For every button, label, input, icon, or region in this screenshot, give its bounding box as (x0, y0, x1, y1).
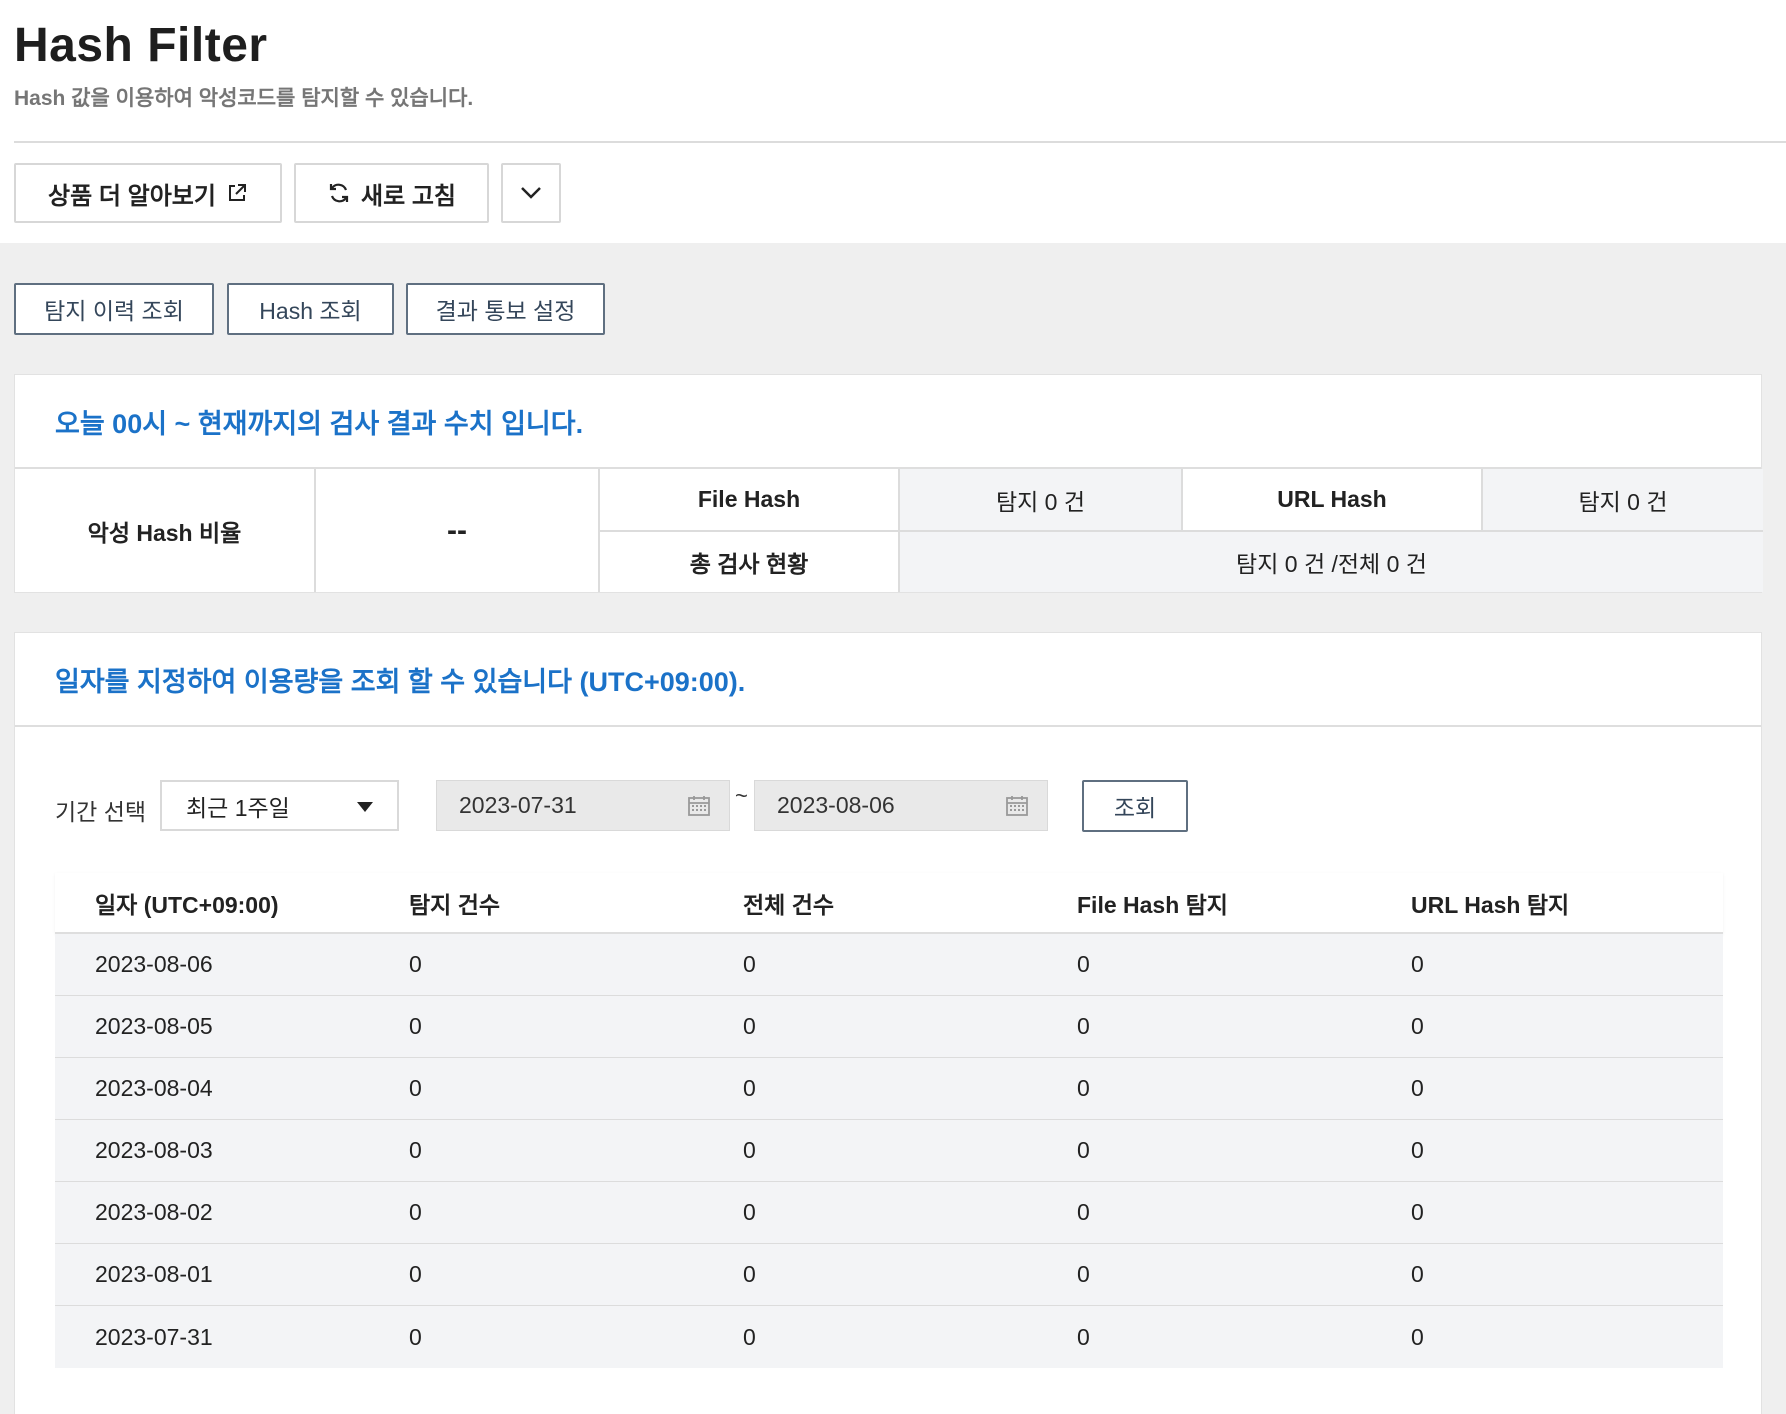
cell-url-hash: 0 (1411, 1075, 1424, 1101)
tab-detection-history[interactable]: 탐지 이력 조회 (14, 283, 214, 335)
cell-date: 2023-08-03 (95, 1137, 213, 1163)
total-status-label: 총 검사 현황 (689, 551, 809, 577)
cell-date: 2023-08-04 (95, 1075, 213, 1101)
cell-url-hash: 0 (1411, 1261, 1424, 1287)
cell-date: 2023-07-31 (95, 1323, 213, 1350)
cell-detections: 0 (409, 1075, 422, 1101)
chevron-down-icon (520, 186, 542, 200)
tab-notification-settings[interactable]: 결과 통보 설정 (406, 283, 605, 335)
ratio-label: 악성 Hash 비율 (87, 519, 242, 546)
cell-file-hash: 0 (1077, 951, 1090, 977)
period-select[interactable]: 최근 1주일 (160, 780, 399, 831)
content-area: 탐지 이력 조회 Hash 조회 결과 통보 설정 오늘 00시 ~ 현재까지의… (0, 243, 1786, 1414)
total-status-value: 탐지 0 건 /전체 0 건 (900, 532, 1763, 592)
page-subtitle: Hash 값을 이용하여 악성코드를 탐지할 수 있습니다. (14, 87, 474, 110)
cell-detections: 0 (409, 951, 422, 977)
query-button[interactable]: 조회 (1082, 780, 1188, 832)
refresh-icon (327, 181, 351, 205)
cell-detections: 0 (409, 1323, 422, 1350)
start-date-input[interactable]: 2023-07-31 (436, 780, 730, 831)
column-header-detections: 탐지 건수 (409, 891, 501, 918)
column-header-url-hash: URL Hash 탐지 (1411, 891, 1570, 918)
cell-total: 0 (743, 1137, 756, 1163)
url-hash-label: URL Hash (1277, 486, 1387, 512)
cell-date: 2023-08-05 (95, 1013, 213, 1039)
end-date-input[interactable]: 2023-08-06 (754, 780, 1048, 831)
cell-url-hash: 0 (1411, 1199, 1424, 1225)
period-label: 기간 선택 (55, 799, 147, 825)
cell-total: 0 (743, 1013, 756, 1039)
caret-down-icon (357, 802, 373, 812)
cell-total: 0 (743, 1323, 756, 1350)
external-link-icon (226, 182, 248, 204)
table-row: 2023-08-06 0 0 0 0 (55, 934, 1723, 996)
today-summary-panel: 오늘 00시 ~ 현재까지의 검사 결과 수치 입니다. 악성 Hash 비율 … (14, 374, 1763, 593)
cell-total: 0 (743, 1199, 756, 1225)
cell-file-hash: 0 (1077, 1261, 1090, 1287)
column-header-file-hash: File Hash 탐지 (1077, 891, 1228, 918)
cell-url-hash: 0 (1411, 951, 1424, 977)
ratio-value: -- (447, 513, 467, 547)
cell-detections: 0 (409, 1013, 422, 1039)
today-summary-heading: 오늘 00시 ~ 현재까지의 검사 결과 수치 입니다. (15, 375, 1761, 469)
start-date-value: 2023-07-31 (459, 792, 577, 818)
cell-file-hash: 0 (1077, 1323, 1090, 1350)
cell-file-hash: 0 (1077, 1075, 1090, 1101)
column-header-total: 전체 건수 (743, 891, 835, 918)
usage-heading: 일자를 지정하여 이용량을 조회 할 수 있습니다 (UTC+09:00). (15, 633, 1761, 727)
cell-file-hash: 0 (1077, 1013, 1090, 1039)
tab-hash-lookup[interactable]: Hash 조회 (227, 283, 394, 335)
table-row: 2023-08-05 0 0 0 0 (55, 996, 1723, 1058)
calendar-icon[interactable] (1005, 794, 1029, 824)
cell-url-hash: 0 (1411, 1323, 1424, 1350)
cell-date: 2023-08-06 (95, 951, 213, 977)
usage-panel: 일자를 지정하여 이용량을 조회 할 수 있습니다 (UTC+09:00). 기… (14, 632, 1762, 1414)
table-header: 일자 (UTC+09:00) 탐지 건수 전체 건수 File Hash 탐지 … (55, 873, 1723, 934)
page-title: Hash Filter (14, 19, 268, 72)
header-divider (14, 141, 1786, 143)
cell-date: 2023-08-01 (95, 1261, 213, 1287)
cell-total: 0 (743, 951, 756, 977)
column-header-date: 일자 (UTC+09:00) (95, 891, 279, 918)
calendar-icon[interactable] (687, 794, 711, 824)
end-date-value: 2023-08-06 (777, 792, 895, 818)
cell-url-hash: 0 (1411, 1013, 1424, 1039)
date-range-separator: ~ (735, 783, 748, 808)
file-hash-label: File Hash (697, 486, 801, 512)
today-stats-table: 악성 Hash 비율 -- File Hash 탐지 0 건 URL Hash … (15, 469, 1763, 592)
table-row: 2023-08-04 0 0 0 0 (55, 1058, 1723, 1120)
learn-more-button[interactable]: 상품 더 알아보기 (14, 163, 282, 223)
page-header: Hash Filter Hash 값을 이용하여 악성코드를 탐지할 수 있습니… (0, 0, 1786, 243)
cell-url-hash: 0 (1411, 1137, 1424, 1163)
cell-file-hash: 0 (1077, 1137, 1090, 1163)
cell-detections: 0 (409, 1137, 422, 1163)
file-hash-value: 탐지 0 건 (900, 469, 1181, 530)
cell-detections: 0 (409, 1261, 422, 1287)
cell-detections: 0 (409, 1199, 422, 1225)
url-hash-value: 탐지 0 건 (1483, 469, 1763, 530)
cell-total: 0 (743, 1261, 756, 1287)
cell-file-hash: 0 (1077, 1199, 1090, 1225)
usage-table: 일자 (UTC+09:00) 탐지 건수 전체 건수 File Hash 탐지 … (55, 873, 1723, 1368)
table-row: 2023-08-02 0 0 0 0 (55, 1182, 1723, 1244)
cell-total: 0 (743, 1075, 756, 1101)
learn-more-label: 상품 더 알아보기 (48, 182, 216, 210)
refresh-button[interactable]: 새로 고침 (294, 163, 489, 223)
refresh-label: 새로 고침 (361, 182, 456, 210)
more-dropdown-button[interactable] (501, 163, 561, 223)
period-selected-value: 최근 1주일 (186, 794, 290, 821)
table-row: 2023-08-01 0 0 0 0 (55, 1244, 1723, 1306)
cell-date: 2023-08-02 (95, 1199, 213, 1225)
table-row: 2023-07-31 0 0 0 0 (55, 1306, 1723, 1368)
table-row: 2023-08-03 0 0 0 0 (55, 1120, 1723, 1182)
